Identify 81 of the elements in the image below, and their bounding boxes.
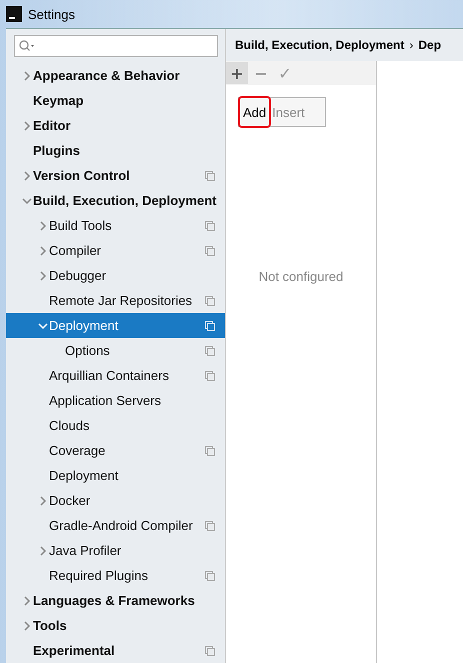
copy-icon	[205, 246, 215, 256]
tree-item[interactable]: Keymap	[6, 88, 225, 113]
tree-item[interactable]: Remote Jar Repositories	[6, 288, 225, 313]
tree-item-label: Deployment	[49, 318, 118, 333]
chevron-down-icon[interactable]	[22, 196, 32, 206]
tree-item[interactable]: Build Tools	[6, 213, 225, 238]
tree-item[interactable]: Application Servers	[6, 388, 225, 413]
copy-icon	[205, 446, 215, 456]
tree-item[interactable]: Editor	[6, 113, 225, 138]
chevron-right-icon[interactable]	[22, 170, 32, 180]
copy-icon	[205, 320, 215, 330]
search-icon	[19, 40, 35, 52]
copy-icon	[205, 646, 215, 656]
breadcrumb-item[interactable]: Build, Execution, Deployment	[235, 38, 404, 52]
chevron-right-icon[interactable]	[22, 70, 32, 80]
tree-item[interactable]: Version Control	[6, 163, 225, 188]
tree-item[interactable]: Clouds	[6, 413, 225, 438]
tree-item[interactable]: Languages & Frameworks	[6, 588, 225, 613]
tree-item-label: Tools	[33, 618, 67, 633]
tree-item-label: Version Control	[33, 168, 130, 183]
tree-item-label: Application Servers	[49, 393, 161, 408]
breadcrumb-item[interactable]: Dep	[418, 38, 442, 52]
copy-icon	[205, 520, 215, 530]
empty-state-text: Not configured	[258, 269, 344, 284]
tree-item-label: Languages & Frameworks	[33, 593, 195, 608]
tree-item-label: Required Plugins	[49, 568, 148, 583]
chevron-right-icon[interactable]	[38, 270, 48, 280]
tree-item-label: Options	[65, 343, 110, 358]
tree-item[interactable]: Deployment	[6, 463, 225, 488]
chevron-right-icon[interactable]	[22, 120, 32, 130]
tree-item[interactable]: Gradle-Android Compiler	[6, 513, 225, 538]
tree-item[interactable]: Required Plugins	[6, 563, 225, 588]
window-title: Settings	[28, 6, 75, 22]
tree-item[interactable]: Appearance & Behavior	[6, 63, 225, 88]
tree-item-label: Debugger	[49, 268, 106, 283]
tree-item[interactable]: Docker	[6, 488, 225, 513]
copy-icon	[205, 220, 215, 230]
chevron-right-icon[interactable]	[38, 546, 48, 556]
tree-item[interactable]: Arquillian Containers	[6, 363, 225, 388]
chevron-right-icon[interactable]	[22, 596, 32, 606]
tree-item-label: Appearance & Behavior	[33, 68, 180, 83]
copy-icon	[205, 570, 215, 580]
tree-item[interactable]: Debugger	[6, 263, 225, 288]
tree-item[interactable]: Java Profiler	[6, 538, 225, 563]
chevron-down-icon[interactable]	[38, 320, 48, 330]
tree-item[interactable]: Options	[6, 338, 225, 363]
tree-item-label: Editor	[33, 118, 71, 133]
tree-item-label: Build, Execution, Deployment	[33, 193, 216, 208]
tree-item-label: Plugins	[33, 143, 80, 158]
breadcrumb-separator: ›	[409, 38, 414, 52]
tree-item-label: Clouds	[49, 418, 90, 433]
copy-icon	[205, 370, 215, 380]
tree-item-label: Build Tools	[49, 218, 112, 233]
tree-item[interactable]: Coverage	[6, 438, 225, 463]
tree-item[interactable]: Compiler	[6, 238, 225, 263]
tree-item-label: Docker	[49, 493, 90, 508]
tree-item-label: Gradle-Android Compiler	[49, 518, 193, 533]
tree-item-label: Arquillian Containers	[49, 368, 169, 383]
tree-item[interactable]: Experimental	[6, 638, 225, 663]
chevron-right-icon[interactable]	[38, 220, 48, 230]
copy-icon	[205, 170, 215, 180]
tree-item-label: Keymap	[33, 93, 84, 108]
chevron-right-icon[interactable]	[38, 496, 48, 506]
copy-icon	[205, 346, 215, 356]
copy-icon	[205, 296, 215, 306]
tree-item-label: Remote Jar Repositories	[49, 293, 192, 308]
chevron-right-icon[interactable]	[38, 246, 48, 256]
tree-item[interactable]: Build, Execution, Deployment	[6, 188, 225, 213]
tree-item-label: Experimental	[33, 643, 115, 658]
toolbar-button[interactable]: +	[226, 62, 248, 84]
chevron-right-icon[interactable]	[22, 620, 32, 630]
tree-item[interactable]: Tools	[6, 613, 225, 638]
tree-item[interactable]: Plugins	[6, 138, 225, 163]
menu-item[interactable]: Add	[240, 98, 270, 126]
search-field[interactable]	[14, 35, 218, 57]
tree-item-label: Coverage	[49, 443, 106, 458]
app-icon	[6, 6, 22, 22]
tree-item-label: Compiler	[49, 243, 102, 258]
tree-item-label: Deployment	[49, 468, 118, 483]
tree-item-label: Java Profiler	[49, 543, 122, 558]
tree-item[interactable]: Deployment	[6, 313, 225, 338]
